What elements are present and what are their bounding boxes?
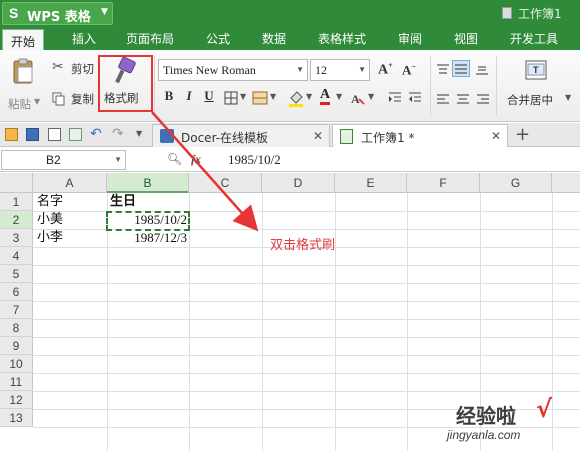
annotation-label: 双击格式刷 [270, 238, 336, 253]
checkmark-icon: √ [536, 395, 553, 423]
watermark-logo: 经验啦 [456, 404, 516, 428]
watermark-url: jingyanla.com [447, 428, 521, 442]
wps-window: S WPS 表格 ▼ 工作簿1 开始 插入 页面布局 公式 数据 表格样式 审阅… [0, 0, 580, 451]
red-arrow-icon [151, 111, 259, 232]
